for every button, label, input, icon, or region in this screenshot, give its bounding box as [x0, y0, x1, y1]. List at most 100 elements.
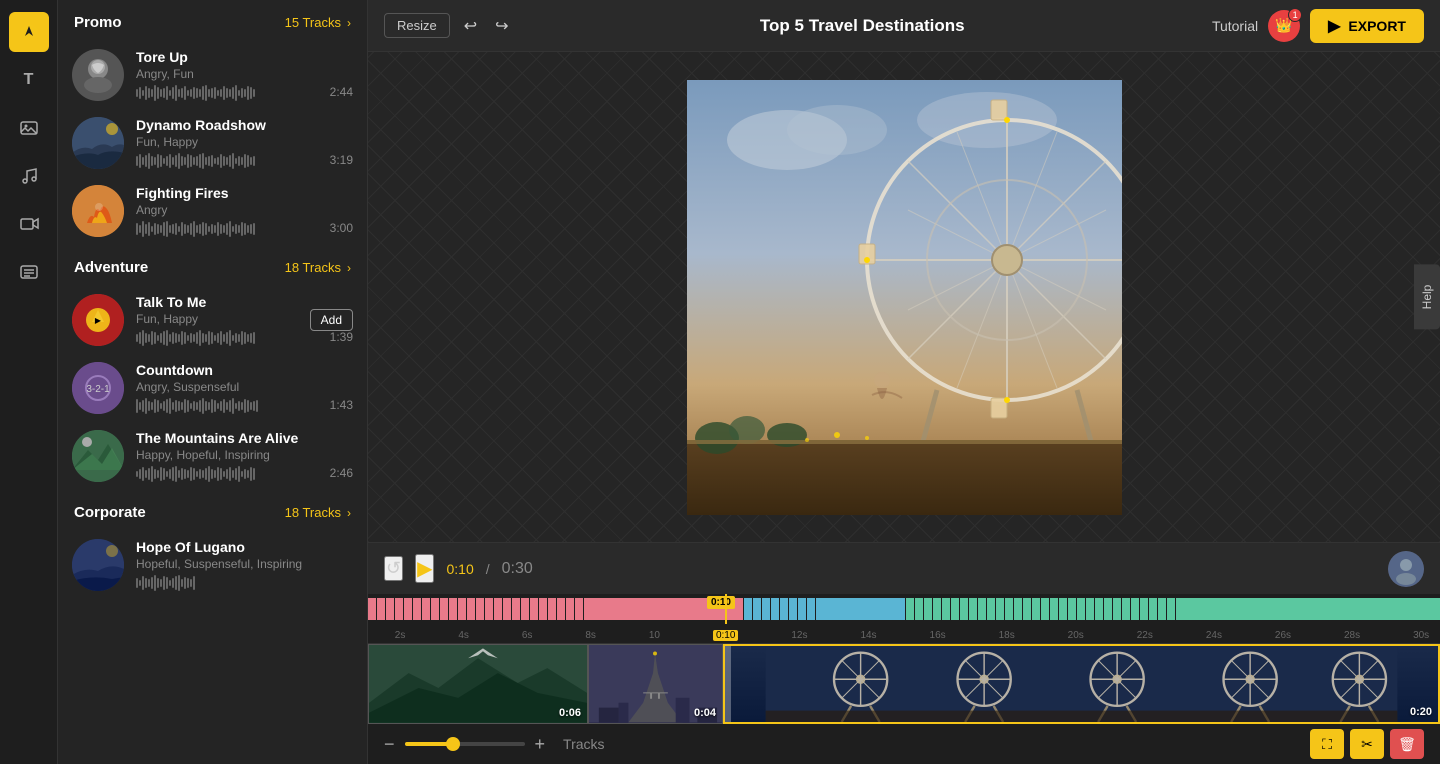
ruler-tick-28s: 28s [1344, 630, 1360, 641]
ruler-tick-12s: 12s [791, 630, 807, 641]
ruler-tick-2s: 2s [395, 630, 406, 641]
track-item-fighting-fires[interactable]: Fighting Fires Angry 3:00 [58, 177, 367, 245]
main-area: Resize ↩ ↪ Top 5 Travel Destinations Tut… [368, 0, 1440, 764]
delete-button[interactable]: 🗑 [1390, 729, 1424, 759]
cut-button[interactable]: ✂ [1350, 729, 1384, 759]
image-tool-button[interactable] [9, 108, 49, 148]
track-tags-dynamo: Fun, Happy [136, 135, 322, 149]
zoom-minus-button[interactable]: − [384, 735, 395, 753]
track-item-hope-lugano[interactable]: Hope Of Lugano Hopeful, Suspenseful, Ins… [58, 531, 367, 599]
track-duration-talk-to-me: 1:39 [330, 330, 353, 344]
seg [942, 598, 950, 620]
clip-action-buttons: ⛶ ✂ 🗑 [1310, 729, 1424, 759]
redo-button[interactable]: ↪ [491, 12, 512, 40]
seg [413, 598, 421, 620]
seg [575, 598, 583, 620]
tracks-label: Tracks [563, 736, 604, 752]
zoom-slider[interactable] [405, 742, 525, 746]
clip-3[interactable]: 0:20 [723, 644, 1440, 724]
track-thumb-fighting-fires [72, 185, 124, 237]
crown-badge[interactable]: 👑 1 [1268, 10, 1300, 42]
seg [1041, 598, 1049, 620]
sidebar: Promo 15 Tracks › Tore Up Angry, Fun 2:4… [58, 0, 368, 764]
clip-1[interactable]: 0:06 [368, 644, 588, 724]
seg [431, 598, 439, 620]
seg [906, 598, 914, 620]
play-icon: ▶ [417, 558, 432, 580]
clip-2[interactable]: 0:04 [588, 644, 723, 724]
text-tool-button[interactable]: T [9, 60, 49, 100]
tutorial-button[interactable]: Tutorial [1212, 18, 1258, 34]
resize-button[interactable]: Resize [384, 13, 450, 38]
seg [1050, 598, 1058, 620]
track-thumb-image-dynamo [72, 117, 124, 169]
adventure-chevron-icon: › [347, 261, 351, 275]
ruler-tick-26s: 26s [1275, 630, 1291, 641]
track-name-dynamo: Dynamo Roadshow [136, 117, 322, 133]
seg [512, 598, 520, 620]
avatar-image [1388, 551, 1424, 587]
corporate-section-title: Corporate [74, 504, 146, 521]
seg [467, 598, 475, 620]
text-tool-icon: T [24, 71, 34, 89]
track-item-talk-to-me[interactable]: ▶ Talk To Me Fun, Happy 1:39 Add [58, 286, 367, 354]
promo-section-meta: 15 Tracks › [285, 15, 351, 30]
timeline-controls: − + Tracks ⛶ ✂ 🗑 [368, 724, 1440, 764]
ruler-tick-8s: 8s [585, 630, 596, 641]
corporate-chevron-icon: › [347, 506, 351, 520]
music-tool-button[interactable] [9, 156, 49, 196]
track-thumb-image-mountains [72, 430, 124, 482]
seg [458, 598, 466, 620]
adventure-section-header[interactable]: Adventure 18 Tracks › [58, 245, 367, 286]
help-tab[interactable]: Help [1414, 265, 1440, 330]
track-item-tore-up[interactable]: Tore Up Angry, Fun 2:44 [58, 41, 367, 109]
video-tool-icon [19, 214, 39, 234]
ruler-tick-current: 0:10 [713, 630, 738, 641]
help-wrapper: Help [1414, 265, 1440, 330]
playhead-label: 0:10 [707, 596, 735, 609]
crown-count: 1 [1288, 8, 1302, 22]
adventure-section-meta: 18 Tracks › [285, 260, 351, 275]
caption-tool-button[interactable] [9, 252, 49, 292]
export-button[interactable]: ▶ EXPORT [1310, 9, 1424, 43]
clip-3-duration: 0:20 [1410, 706, 1432, 718]
video-tool-button[interactable] [9, 204, 49, 244]
total-time: 0:30 [502, 560, 533, 578]
time-separator: / [486, 561, 490, 577]
seg [1005, 598, 1013, 620]
track-item-dynamo[interactable]: Dynamo Roadshow Fun, Happy 3:19 [58, 109, 367, 177]
seg [476, 598, 484, 620]
track-info-hope-lugano: Hope Of Lugano Hopeful, Suspenseful, Ins… [136, 539, 353, 591]
ruler-tick-30s: 30s [1413, 630, 1429, 641]
seg [368, 598, 376, 620]
play-button[interactable]: ▶ [415, 554, 434, 583]
seg [1014, 598, 1022, 620]
zoom-plus-button[interactable]: + [535, 735, 546, 753]
seg [386, 598, 394, 620]
add-button-talk-to-me[interactable]: Add [310, 309, 353, 331]
track-item-mountains[interactable]: The Mountains Are Alive Happy, Hopeful, … [58, 422, 367, 490]
seg [449, 598, 457, 620]
clip-3-left-handle[interactable] [725, 646, 731, 722]
track-waveform-mountains [136, 466, 322, 482]
zoom-thumb [446, 737, 460, 751]
promo-section-header[interactable]: Promo 15 Tracks › [58, 0, 367, 41]
timeline-segments-blue [744, 598, 905, 624]
seg [1104, 598, 1112, 620]
corporate-section-meta: 18 Tracks › [285, 505, 351, 520]
seg [753, 598, 761, 620]
seg [494, 598, 502, 620]
track-item-countdown[interactable]: 3-2-1 Countdown Angry, Suspenseful 1:43 [58, 354, 367, 422]
seg [1059, 598, 1067, 620]
undo-button[interactable]: ↩ [460, 12, 481, 40]
track-name-fighting-fires: Fighting Fires [136, 185, 322, 201]
crop-button[interactable]: ⛶ [1310, 729, 1344, 759]
restart-button[interactable]: ↺ [384, 556, 403, 581]
timeline-track-bar: 0:10 [368, 594, 1440, 624]
play-overlay-talk-to-me: ▶ [86, 308, 110, 332]
track-name-mountains: The Mountains Are Alive [136, 430, 322, 446]
logo-button[interactable] [9, 12, 49, 52]
track-waveform-tore-up [136, 85, 322, 101]
corporate-section-header[interactable]: Corporate 18 Tracks › [58, 490, 367, 531]
track-waveform-countdown [136, 398, 322, 414]
